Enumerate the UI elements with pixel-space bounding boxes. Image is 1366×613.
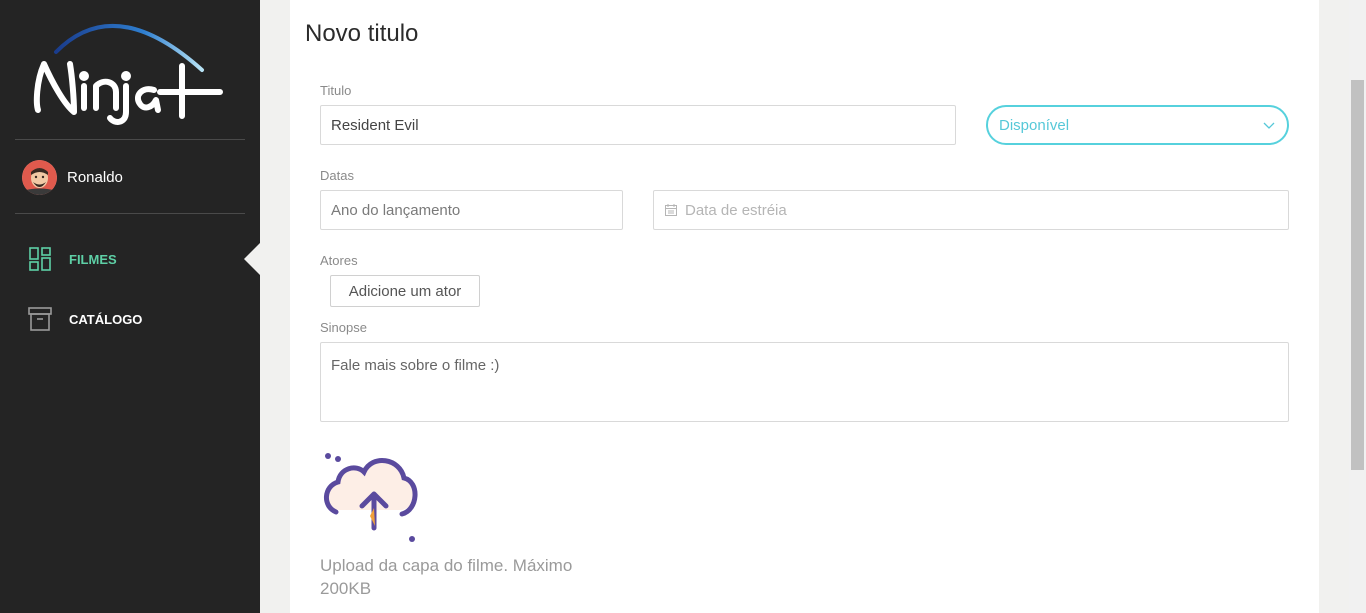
release-year-input[interactable]: Ano do lançamento: [320, 190, 623, 230]
sidebar-item-label: CATÁLOGO: [69, 311, 143, 327]
scrollbar-thumb[interactable]: [1351, 80, 1364, 470]
cloud-upload-icon[interactable]: [318, 450, 422, 546]
sidebar-item-catalogo[interactable]: CATÁLOGO: [28, 307, 142, 331]
active-nav-indicator: [244, 243, 260, 275]
sidebar-item-label: FILMES: [69, 251, 117, 267]
add-actor-button[interactable]: Adicione um ator: [330, 275, 480, 307]
premiere-date-picker[interactable]: Data de estréia: [653, 190, 1289, 230]
ninja-plus-logo[interactable]: [30, 12, 230, 128]
sidebar-item-filmes[interactable]: FILMES: [28, 247, 117, 271]
dates-label: Datas: [320, 168, 354, 183]
sidebar-divider: [15, 213, 245, 214]
page-title: Novo titulo: [305, 20, 419, 47]
user-name: Ronaldo: [67, 169, 123, 186]
sidebar-divider: [15, 139, 245, 140]
chevron-down-icon: [1263, 122, 1275, 129]
premiere-date-placeholder: Data de estréia: [685, 201, 787, 219]
synopsis-label: Sinopse: [320, 320, 367, 335]
archive-icon: [28, 307, 52, 331]
status-select[interactable]: Disponível: [986, 105, 1289, 145]
synopsis-textarea[interactable]: Fale mais sobre o filme :): [320, 342, 1289, 422]
user-profile[interactable]: Ronaldo: [22, 160, 123, 195]
actors-label: Atores: [320, 253, 358, 268]
status-select-value: Disponível: [999, 116, 1070, 134]
synopsis-placeholder: Fale mais sobre o filme :): [331, 357, 500, 374]
dashboard-icon: [29, 247, 51, 271]
title-input[interactable]: Resident Evil: [320, 105, 956, 145]
avatar[interactable]: [22, 160, 57, 195]
title-input-value: Resident Evil: [331, 116, 419, 134]
upload-instructions: Upload da capa do filme. Máximo 200KB: [320, 556, 573, 598]
title-label: Titulo: [320, 83, 352, 98]
calendar-icon: [665, 204, 677, 216]
release-year-placeholder: Ano do lançamento: [331, 201, 461, 219]
sidebar: Ronaldo FILMES CATÁLOGO: [0, 0, 260, 613]
